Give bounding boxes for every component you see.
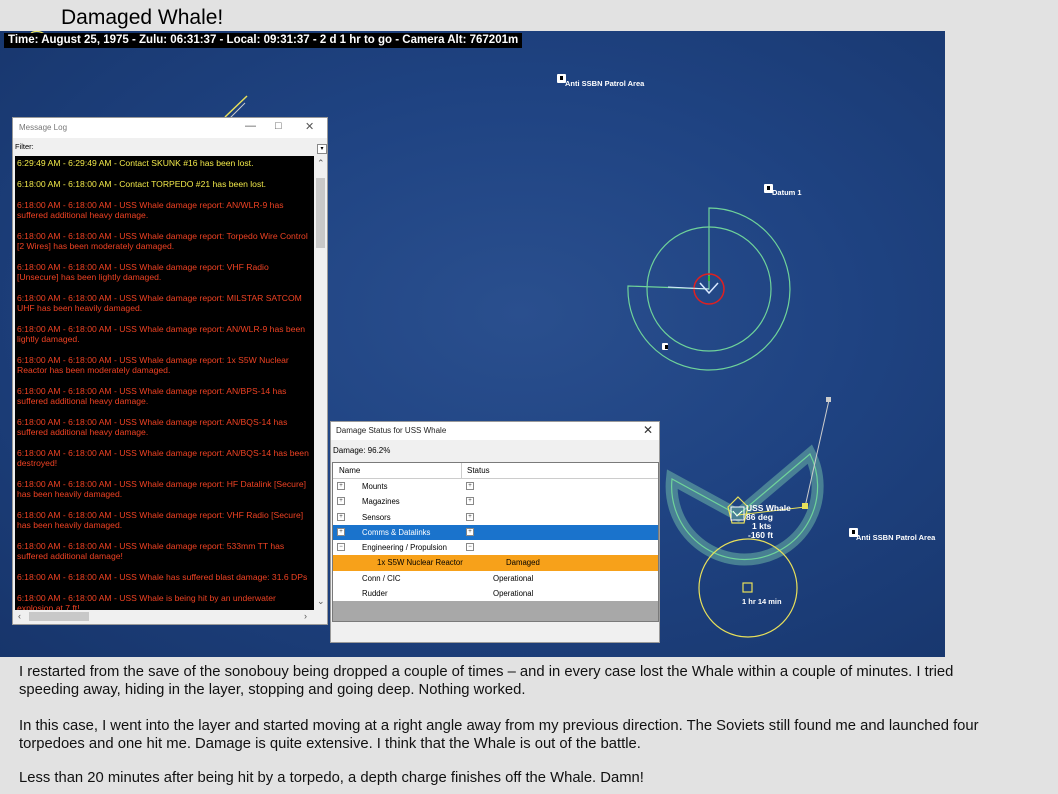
damage-row[interactable]: Conn / CIC Operational [333, 570, 658, 587]
damage-row-name: Engineering / Propulsion [362, 543, 447, 553]
expand-icon[interactable]: + [466, 482, 474, 490]
damage-row-name: Comms & Datalinks [362, 527, 431, 537]
message-item[interactable]: 6:18:00 AM - 6:18:00 AM - USS Whale has … [15, 570, 314, 584]
message-list[interactable]: 6:29:49 AM - 6:29:49 AM - Contact SKUNK … [15, 156, 314, 610]
eta-label: 1 hr 14 min [742, 597, 782, 606]
damage-row[interactable]: + Magazines + [333, 494, 658, 510]
collapse-icon[interactable]: − [466, 543, 474, 552]
damage-row[interactable]: + Mounts + [333, 479, 658, 495]
waypoint-marker [802, 503, 808, 509]
message-item[interactable]: 6:18:00 AM - 6:18:00 AM - USS Whale dama… [15, 353, 314, 377]
paragraph-1: I restarted from the save of the sonobou… [19, 664, 954, 698]
message-item[interactable]: 6:18:00 AM - 6:18:00 AM - USS Whale dama… [15, 446, 314, 470]
damage-row[interactable]: 1x S5W Nuclear Reactor Damaged [333, 555, 658, 571]
paragraph-3: Less than 20 minutes after being hit by … [19, 770, 644, 786]
expand-icon[interactable]: + [466, 527, 474, 536]
message-item[interactable]: 6:18:00 AM - 6:18:00 AM - USS Whale dama… [15, 291, 314, 315]
minimize-icon[interactable]: — [245, 120, 256, 132]
damage-row-status: Operational [493, 589, 534, 599]
datum-label[interactable]: Datum 1 [772, 188, 802, 197]
scroll-down-icon[interactable]: ⌄ [317, 596, 325, 606]
message-item[interactable]: 6:18:00 AM - 6:18:00 AM - USS Whale dama… [15, 477, 314, 501]
expand-icon[interactable]: + [337, 512, 345, 521]
damage-status-titlebar[interactable]: Damage Status for USS Whale ✕ [331, 422, 659, 440]
contact-range-rings [627, 207, 791, 371]
close-icon[interactable]: ✕ [643, 423, 653, 437]
damage-status-title: Damage Status for USS Whale [336, 426, 447, 435]
message-log-titlebar[interactable]: Message Log — □ ✕ [13, 118, 327, 138]
hscroll-thumb[interactable] [29, 612, 89, 621]
damage-row-name: Magazines [362, 497, 400, 507]
message-horizontal-scrollbar[interactable]: ‹ › [15, 610, 314, 623]
collapse-icon[interactable]: − [337, 543, 345, 552]
message-item[interactable]: 6:18:00 AM - 6:18:00 AM - USS Whale dama… [15, 260, 314, 284]
message-item[interactable]: 6:29:49 AM - 6:29:49 AM - Contact SKUNK … [15, 156, 314, 170]
paragraph-2: In this case, I went into the layer and … [19, 718, 979, 752]
filter-dropdown-icon[interactable]: ▾ [317, 144, 327, 154]
patrol-area-label-top[interactable]: Anti SSBN Patrol Area [565, 79, 644, 88]
damage-row-name: Sensors [362, 512, 391, 522]
damage-table[interactable]: Name Status + Mounts + + Magazines + + Sensors +… [332, 462, 659, 622]
damage-row-status: Operational [493, 573, 534, 583]
expand-icon[interactable]: + [337, 482, 345, 490]
damage-table-header: Name Status [333, 463, 658, 479]
damage-row-name: Conn / CIC [362, 573, 401, 583]
message-vertical-scrollbar[interactable]: ⌃ ⌄ [314, 156, 327, 610]
expand-icon[interactable]: + [337, 527, 345, 536]
tactical-map[interactable]: Time: August 25, 1975 - Zulu: 06:31:37 -… [0, 31, 945, 657]
message-item[interactable]: 6:18:00 AM - 6:18:00 AM - Contact TORPED… [15, 177, 314, 191]
message-item[interactable]: 6:18:00 AM - 6:18:00 AM - USS Whale dama… [15, 322, 314, 346]
message-log-window[interactable]: Message Log — □ ✕ Filter: ▾ 6:29:49 AM -… [12, 117, 328, 625]
message-item[interactable]: 6:18:00 AM - 6:18:00 AM - USS Whale dama… [15, 384, 314, 408]
damage-status-window[interactable]: Damage Status for USS Whale ✕ Damage: 96… [330, 421, 660, 643]
maximize-icon[interactable]: □ [275, 120, 282, 132]
column-name-header[interactable]: Name [339, 466, 360, 475]
whale-depth: -160 ft [748, 530, 774, 540]
expand-icon[interactable]: + [466, 497, 474, 506]
whale-unit-label[interactable]: USS Whale 86 deg 1 kts -160 ft [746, 504, 791, 540]
damage-rows: + Mounts + + Magazines + + Sensors + + Comms & Dat… [333, 479, 658, 602]
scroll-left-icon[interactable]: ‹ [18, 611, 21, 621]
damage-row[interactable]: Rudder Operational [333, 586, 658, 602]
close-icon[interactable]: ✕ [305, 120, 314, 133]
damage-row-name: Rudder [362, 589, 388, 599]
damage-row[interactable]: + Sensors + [333, 509, 658, 525]
message-item[interactable]: 6:18:00 AM - 6:18:00 AM - USS Whale dama… [15, 229, 314, 253]
column-status-header[interactable]: Status [467, 466, 490, 475]
message-item[interactable]: 6:18:00 AM - 6:18:00 AM - USS Whale is b… [15, 591, 314, 610]
patrol-area-label-right[interactable]: Anti SSBN Patrol Area [856, 533, 935, 542]
filter-label: Filter: [15, 142, 34, 151]
damage-row-name: 1x S5W Nuclear Reactor [377, 558, 463, 568]
page-title: Damaged Whale! [61, 6, 224, 29]
scroll-right-icon[interactable]: › [304, 611, 307, 621]
damage-row[interactable]: + Comms & Datalinks + [333, 524, 658, 541]
lock-icon[interactable] [662, 343, 668, 350]
scroll-thumb[interactable] [316, 178, 325, 248]
damage-row[interactable]: − Engineering / Propulsion − [333, 540, 658, 556]
damage-row-name: Mounts [362, 482, 388, 491]
message-item[interactable]: 6:18:00 AM - 6:18:00 AM - USS Whale dama… [15, 539, 314, 563]
message-item[interactable]: 6:18:00 AM - 6:18:00 AM - USS Whale dama… [15, 198, 314, 222]
expand-icon[interactable]: + [337, 497, 345, 506]
damage-percentage: Damage: 96.2% [333, 446, 391, 455]
message-log-title: Message Log [19, 123, 68, 132]
status-bar: Time: August 25, 1975 - Zulu: 06:31:37 -… [4, 33, 523, 48]
scroll-up-icon[interactable]: ⌃ [317, 158, 325, 168]
message-item[interactable]: 6:18:00 AM - 6:18:00 AM - USS Whale dama… [15, 508, 314, 532]
damage-row-status: Damaged [506, 558, 540, 568]
message-item[interactable]: 6:18:00 AM - 6:18:00 AM - USS Whale dama… [15, 415, 314, 439]
expand-icon[interactable]: + [466, 512, 474, 521]
